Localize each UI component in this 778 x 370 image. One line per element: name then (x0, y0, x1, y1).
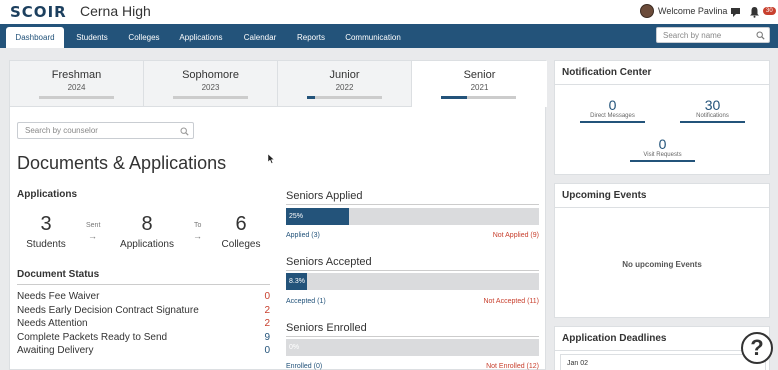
not-enrolled-link[interactable]: Not Enrolled (12) (389, 363, 539, 370)
seniors-enrolled-bar: 0% (286, 339, 539, 356)
doc-status-row[interactable]: Needs Attention 2 (17, 318, 270, 329)
dashboard-panel: Freshman 2024 Sophomore 2023 Junior 2022… (9, 60, 547, 370)
seniors-enrolled-title: Seniors Enrolled (286, 322, 367, 334)
seniors-applied-title: Seniors Applied (286, 190, 363, 202)
bell-icon[interactable] (749, 5, 760, 23)
notification-badge: 30 (763, 7, 776, 15)
counselor-search-input[interactable]: Search by counselor (17, 122, 194, 139)
deadline-item[interactable]: Jan 02 (560, 354, 766, 370)
page-title: Documents & Applications (17, 153, 227, 173)
seniors-accepted-title: Seniors Accepted (286, 256, 372, 268)
junior-progress (307, 96, 382, 99)
help-button[interactable]: ? (741, 332, 773, 364)
tab-sophomore[interactable]: Sophomore 2023 (144, 61, 278, 107)
visit-requests-stat[interactable]: 0 Visit Requests (630, 136, 695, 162)
tab-reports[interactable]: Reports (292, 27, 330, 48)
cursor-icon (268, 154, 275, 164)
tab-freshman[interactable]: Freshman 2024 (10, 61, 144, 107)
colleges-label: Colleges (221, 239, 261, 250)
search-icon (180, 127, 189, 136)
enrolled-link[interactable]: Enrolled (0) (286, 363, 322, 370)
tab-junior[interactable]: Junior 2022 (278, 61, 412, 107)
notifications-stat[interactable]: 30 Notifications (680, 97, 745, 123)
applications-heading: Applications (17, 189, 78, 200)
avatar (640, 4, 654, 18)
doc-status-row[interactable]: Needs Early Decision Contract Signature … (17, 305, 270, 316)
no-events-text: No upcoming Events (622, 260, 702, 269)
tab-calendar[interactable]: Calendar (240, 27, 280, 48)
seniors-applied-bar: 25% (286, 208, 539, 225)
doc-status-row[interactable]: Complete Packets Ready to Send 9 (17, 332, 270, 343)
main-nav: Dashboard Students Colleges Applications… (0, 24, 778, 48)
notification-center-card: Notification Center 0 Direct Messages 30… (554, 60, 770, 175)
search-icon (756, 31, 765, 40)
scoir-logo[interactable]: SCOIR (10, 3, 67, 21)
tab-colleges[interactable]: Colleges (124, 27, 164, 48)
tab-communication[interactable]: Communication (342, 27, 404, 48)
deadline-date: Jan 02 (567, 360, 589, 367)
application-deadlines-card: Application Deadlines Jan 02 (554, 326, 770, 370)
arrow-right-icon: → (88, 231, 97, 241)
enrolled-percent: 0% (289, 344, 300, 351)
accepted-link[interactable]: Accepted (1) (286, 298, 326, 305)
application-deadlines-title: Application Deadlines (555, 327, 769, 351)
not-accepted-link[interactable]: Not Accepted (11) (389, 298, 539, 305)
top-bar: SCOIR Cerna High Welcome Pavlina ▼ 30 (0, 0, 778, 24)
user-menu[interactable]: Welcome Pavlina ▼ (640, 4, 736, 18)
search-input[interactable]: Search by name (656, 27, 770, 43)
seniors-accepted-bar: 8.3% (286, 273, 539, 290)
upcoming-events-title: Upcoming Events (555, 184, 769, 208)
messages-icon[interactable] (730, 5, 742, 23)
applied-link[interactable]: Applied (3) (286, 232, 320, 239)
divider (286, 204, 539, 205)
to-label: To (194, 222, 202, 229)
tab-senior[interactable]: Senior 2021 (412, 61, 547, 107)
students-label: Students (26, 239, 66, 250)
arrow-right-icon: → (193, 231, 202, 241)
direct-messages-stat[interactable]: 0 Direct Messages (580, 97, 645, 123)
tab-dashboard[interactable]: Dashboard (6, 27, 64, 48)
colleges-count[interactable]: 6 (225, 213, 257, 236)
tab-students[interactable]: Students (70, 27, 114, 48)
applications-count[interactable]: 8 (131, 213, 163, 236)
doc-status-row[interactable]: Awaiting Delivery 0 (17, 345, 270, 356)
freshman-progress (39, 96, 114, 99)
divider (17, 284, 270, 285)
welcome-text: Welcome Pavlina (658, 6, 728, 16)
notification-center-title: Notification Center (555, 61, 769, 85)
divider (286, 336, 539, 337)
students-count[interactable]: 3 (30, 213, 62, 236)
school-name: Cerna High (80, 3, 151, 19)
not-applied-link[interactable]: Not Applied (9) (389, 232, 539, 239)
document-status-heading: Document Status (17, 269, 100, 280)
sophomore-progress (173, 96, 248, 99)
applications-label: Applications (120, 239, 174, 250)
upcoming-events-card: Upcoming Events No upcoming Events (554, 183, 770, 318)
sent-label: Sent (86, 222, 101, 229)
tab-applications[interactable]: Applications (176, 27, 226, 48)
doc-status-row[interactable]: Needs Fee Waiver 0 (17, 291, 270, 302)
senior-progress (441, 96, 516, 99)
divider (286, 270, 539, 271)
